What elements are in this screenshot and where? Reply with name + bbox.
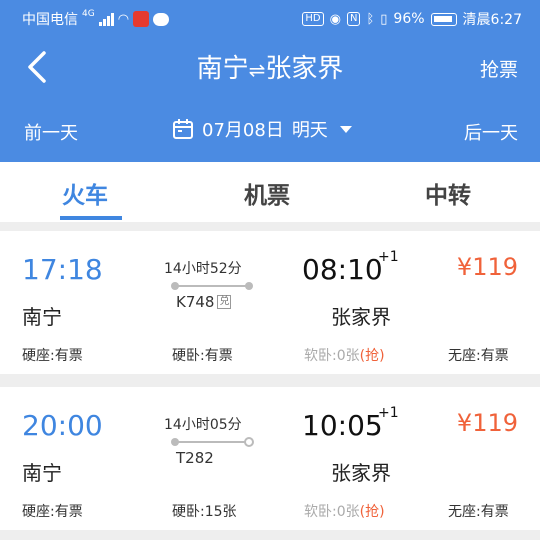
arrival-time: 08:10: [302, 253, 383, 286]
grab-tag: (抢): [359, 504, 385, 520]
battery-icon: [430, 12, 457, 26]
day-offset: +1: [378, 249, 399, 265]
arrival-time: 10:05: [302, 409, 383, 442]
date-picker[interactable]: 07月08日 明天: [172, 116, 352, 142]
from-station: 南宁: [196, 54, 249, 84]
active-tab-indicator: [60, 216, 122, 220]
app-header: 中国电信 4G ◠ HD ◉ N ᛒ ▯ 96% 清晨6:27 南宁⇌张家界 抢…: [0, 0, 540, 162]
calendar-icon: [173, 119, 193, 139]
bluetooth-icon: ᛒ: [366, 11, 375, 27]
clock: 清晨6:27: [462, 12, 522, 28]
train-card[interactable]: 17:18 14小时52分 K748 兑 08:10 +1 ¥119 南宁 张家…: [0, 231, 540, 374]
grab-ticket-button[interactable]: 抢票: [480, 55, 518, 82]
chat-notification-icon: [153, 12, 170, 26]
app-notification-icon: [133, 11, 150, 27]
departure-station: 南宁: [22, 461, 62, 485]
tab-train[interactable]: 火车: [62, 176, 108, 210]
next-day-button[interactable]: 后一天: [464, 119, 518, 145]
train-number[interactable]: T282: [176, 449, 214, 467]
route-line-icon: [171, 282, 253, 290]
travel-duration: 14小时05分: [164, 417, 242, 433]
route-line-icon: [171, 437, 254, 447]
travel-duration: 14小时52分: [164, 261, 242, 277]
redeem-badge: 兑: [217, 295, 232, 309]
seat-soft-sleeper[interactable]: 软卧:0张(抢): [304, 501, 385, 521]
tab-transfer[interactable]: 中转: [425, 176, 471, 210]
date-relative: 明天: [291, 120, 328, 141]
network-type: 4G: [82, 9, 95, 19]
eye-icon: ◉: [329, 11, 341, 27]
train-number[interactable]: K748 兑: [176, 293, 232, 311]
seat-soft-sleeper-label: 软卧:0张: [304, 348, 360, 364]
wifi-icon: ◠: [117, 11, 130, 27]
hd-icon: HD: [302, 12, 324, 26]
seat-hard-sleeper: 硬卧:有票: [172, 348, 233, 364]
seat-hard-seat: 硬座:有票: [22, 348, 83, 364]
ticket-price: ¥119: [456, 253, 518, 281]
arrival-station: 张家界: [331, 461, 391, 485]
transport-tabs: 火车 机票 中转: [0, 162, 540, 222]
seat-standing: 无座:有票: [448, 504, 509, 520]
route-title[interactable]: 南宁⇌张家界: [0, 48, 540, 85]
battery-percent: 96%: [393, 11, 425, 27]
carrier-name: 中国电信: [22, 12, 78, 28]
seat-soft-sleeper[interactable]: 软卧:0张(抢): [304, 345, 385, 365]
train-number-label: T282: [176, 449, 214, 467]
vibrate-icon: ▯: [380, 11, 388, 27]
tab-flight[interactable]: 机票: [244, 176, 290, 210]
caret-down-icon: [339, 125, 352, 133]
swap-icon: ⇌: [248, 58, 266, 82]
departure-time: 20:00: [22, 409, 103, 442]
train-number-label: K748: [176, 293, 215, 311]
departure-time: 17:18: [22, 253, 103, 286]
departure-station: 南宁: [22, 305, 62, 329]
signal-icon: [98, 12, 114, 26]
train-card[interactable]: 20:00 14小时05分 T282 10:05 +1 ¥119 南宁 张家界 …: [0, 387, 540, 530]
seat-hard-seat: 硬座:有票: [22, 504, 83, 520]
to-station: 张家界: [265, 54, 344, 84]
arrival-station: 张家界: [331, 305, 391, 329]
prev-day-button[interactable]: 前一天: [24, 119, 78, 145]
ticket-price: ¥119: [456, 409, 518, 437]
day-offset: +1: [378, 405, 399, 421]
status-bar: 中国电信 4G ◠ HD ◉ N ᛒ ▯ 96% 清晨6:27: [0, 0, 540, 36]
selected-date: 07月08日: [202, 120, 284, 141]
seat-hard-sleeper: 硬卧:15张: [172, 504, 237, 520]
seat-soft-sleeper-label: 软卧:0张: [304, 504, 360, 520]
nfc-icon: N: [346, 12, 361, 26]
seat-standing: 无座:有票: [448, 348, 509, 364]
grab-tag: (抢): [359, 348, 385, 364]
